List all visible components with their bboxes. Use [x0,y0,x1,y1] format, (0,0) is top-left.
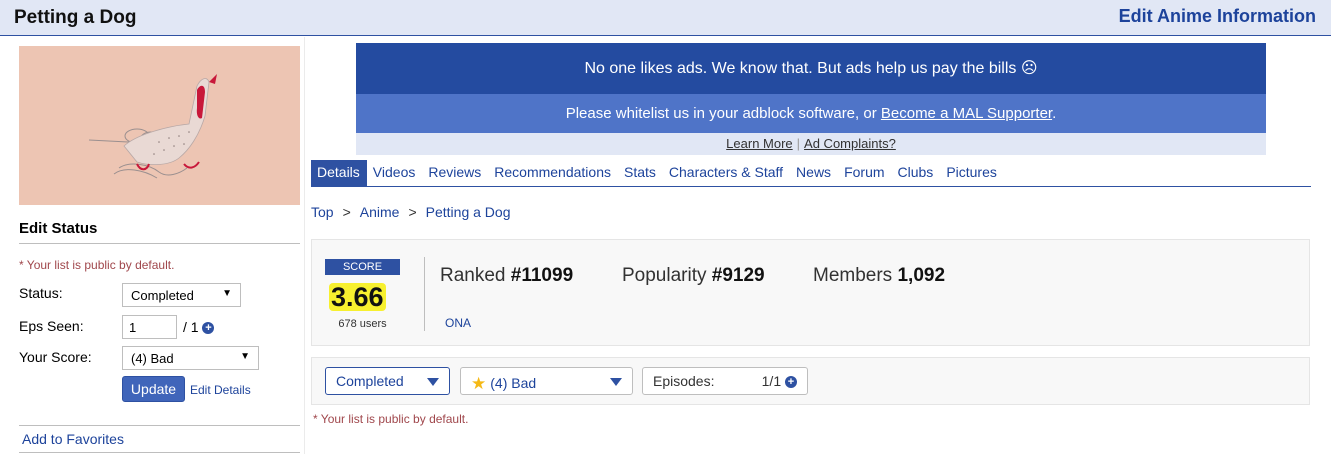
divider [424,257,425,331]
edit-status-heading: Edit Status [19,220,300,244]
star-icon: ★ [471,374,487,393]
update-button[interactable]: Update [122,376,185,402]
edit-anime-information-link[interactable]: Edit Anime Information [1119,6,1316,27]
popularity-stat: Popularity #9129 [622,265,765,287]
score-value: 3.66 [329,282,386,312]
tab-reviews[interactable]: Reviews [422,160,488,186]
dropdown-triangle-icon [610,378,622,386]
public-list-note: * Your list is public by default. [19,258,175,272]
status-label: Status: [19,285,63,301]
ad-whitelist-text: Please whitelist us in your adblock soft… [565,105,877,122]
tab-characters-staff[interactable]: Characters & Staff [663,160,790,186]
ad-whitelist-suffix: . [1052,105,1057,122]
episodes-control: Episodes: 1/1 + [642,367,808,395]
plus-icon[interactable]: + [202,322,215,335]
divider [19,425,300,426]
score-select[interactable]: (4) Bad ▼ [122,346,259,370]
status-select[interactable]: Completed ▼ [122,283,241,307]
members-label: Members [813,265,893,286]
tab-forum[interactable]: Forum [838,160,891,186]
your-score-label: Your Score: [19,349,92,365]
list-score-select[interactable]: ★ (4) Bad [460,367,633,395]
popularity-label: Popularity [622,265,707,286]
become-supporter-link[interactable]: Become a MAL Supporter [881,105,1052,122]
breadcrumb-top[interactable]: Top [311,204,334,220]
eps-total-text: / 1 [183,319,199,335]
breadcrumb-current[interactable]: Petting a Dog [426,204,511,220]
tab-clubs[interactable]: Clubs [892,160,941,186]
tab-bar: Details Videos Reviews Recommendations S… [311,160,1311,187]
tab-videos[interactable]: Videos [367,160,423,186]
episodes-label: Episodes: [653,373,715,389]
popularity-value: #9129 [711,265,765,286]
ad-banner-whitelist: Please whitelist us in your adblock soft… [356,94,1266,133]
score-users: 678 users [338,318,387,330]
eps-seen-input[interactable] [122,315,177,339]
separator: | [796,136,801,151]
dog-illustration [19,46,300,205]
tab-news[interactable]: News [790,160,838,186]
tab-pictures[interactable]: Pictures [940,160,1004,186]
eps-total: / 1 + [183,319,215,335]
ad-complaints-link[interactable]: Ad Complaints? [804,136,896,151]
ranked-value: #11099 [510,265,574,286]
cover-image[interactable] [19,46,300,205]
plus-icon[interactable]: + [785,376,797,389]
chevron-down-icon: ▼ [240,351,250,362]
breadcrumb-separator: > [408,204,417,220]
media-type-link[interactable]: ONA [445,316,471,330]
members-value: 1,092 [897,265,946,286]
ad-banner-message: No one likes ads. We know that. But ads … [356,43,1266,94]
score-select-value: (4) Bad [131,351,174,366]
status-select-value: Completed [131,288,194,303]
episodes-value: 1/1 [761,373,782,389]
list-status-select[interactable]: Completed [325,367,450,395]
add-to-favorites-link[interactable]: Add to Favorites [22,431,124,447]
public-list-note-footer: * Your list is public by default. [313,412,469,426]
ad-links: Learn More | Ad Complaints? [356,133,1266,155]
left-sidebar: Edit Status * Your list is public by def… [0,37,305,454]
tab-stats[interactable]: Stats [618,160,663,186]
tab-recommendations[interactable]: Recommendations [488,160,618,186]
stats-box: SCORE 3.66 678 users Ranked #11099 Popul… [311,239,1310,346]
tab-details[interactable]: Details [311,160,367,186]
breadcrumb: Top > Anime > Petting a Dog [311,204,510,220]
eps-seen-label: Eps Seen: [19,318,84,334]
title-bar: Petting a Dog Edit Anime Information [0,0,1331,36]
list-status-value: Completed [336,373,404,389]
page-title: Petting a Dog [14,7,137,28]
dropdown-triangle-icon [427,378,439,386]
edit-details-link[interactable]: Edit Details [190,383,251,397]
score-label: SCORE [325,259,400,275]
divider [19,452,300,453]
list-score-value: (4) Bad [490,375,537,391]
ranked-label: Ranked [440,265,506,286]
episodes-value-group: 1/1 + [762,373,797,389]
list-status-bar: Completed ★ (4) Bad Episodes: 1/1 + [311,357,1310,405]
breadcrumb-anime[interactable]: Anime [360,204,400,220]
breadcrumb-separator: > [342,204,351,220]
chevron-down-icon: ▼ [222,288,232,299]
members-stat: Members 1,092 [813,265,945,287]
ranked-stat: Ranked #11099 [440,265,573,287]
learn-more-link[interactable]: Learn More [726,136,792,151]
